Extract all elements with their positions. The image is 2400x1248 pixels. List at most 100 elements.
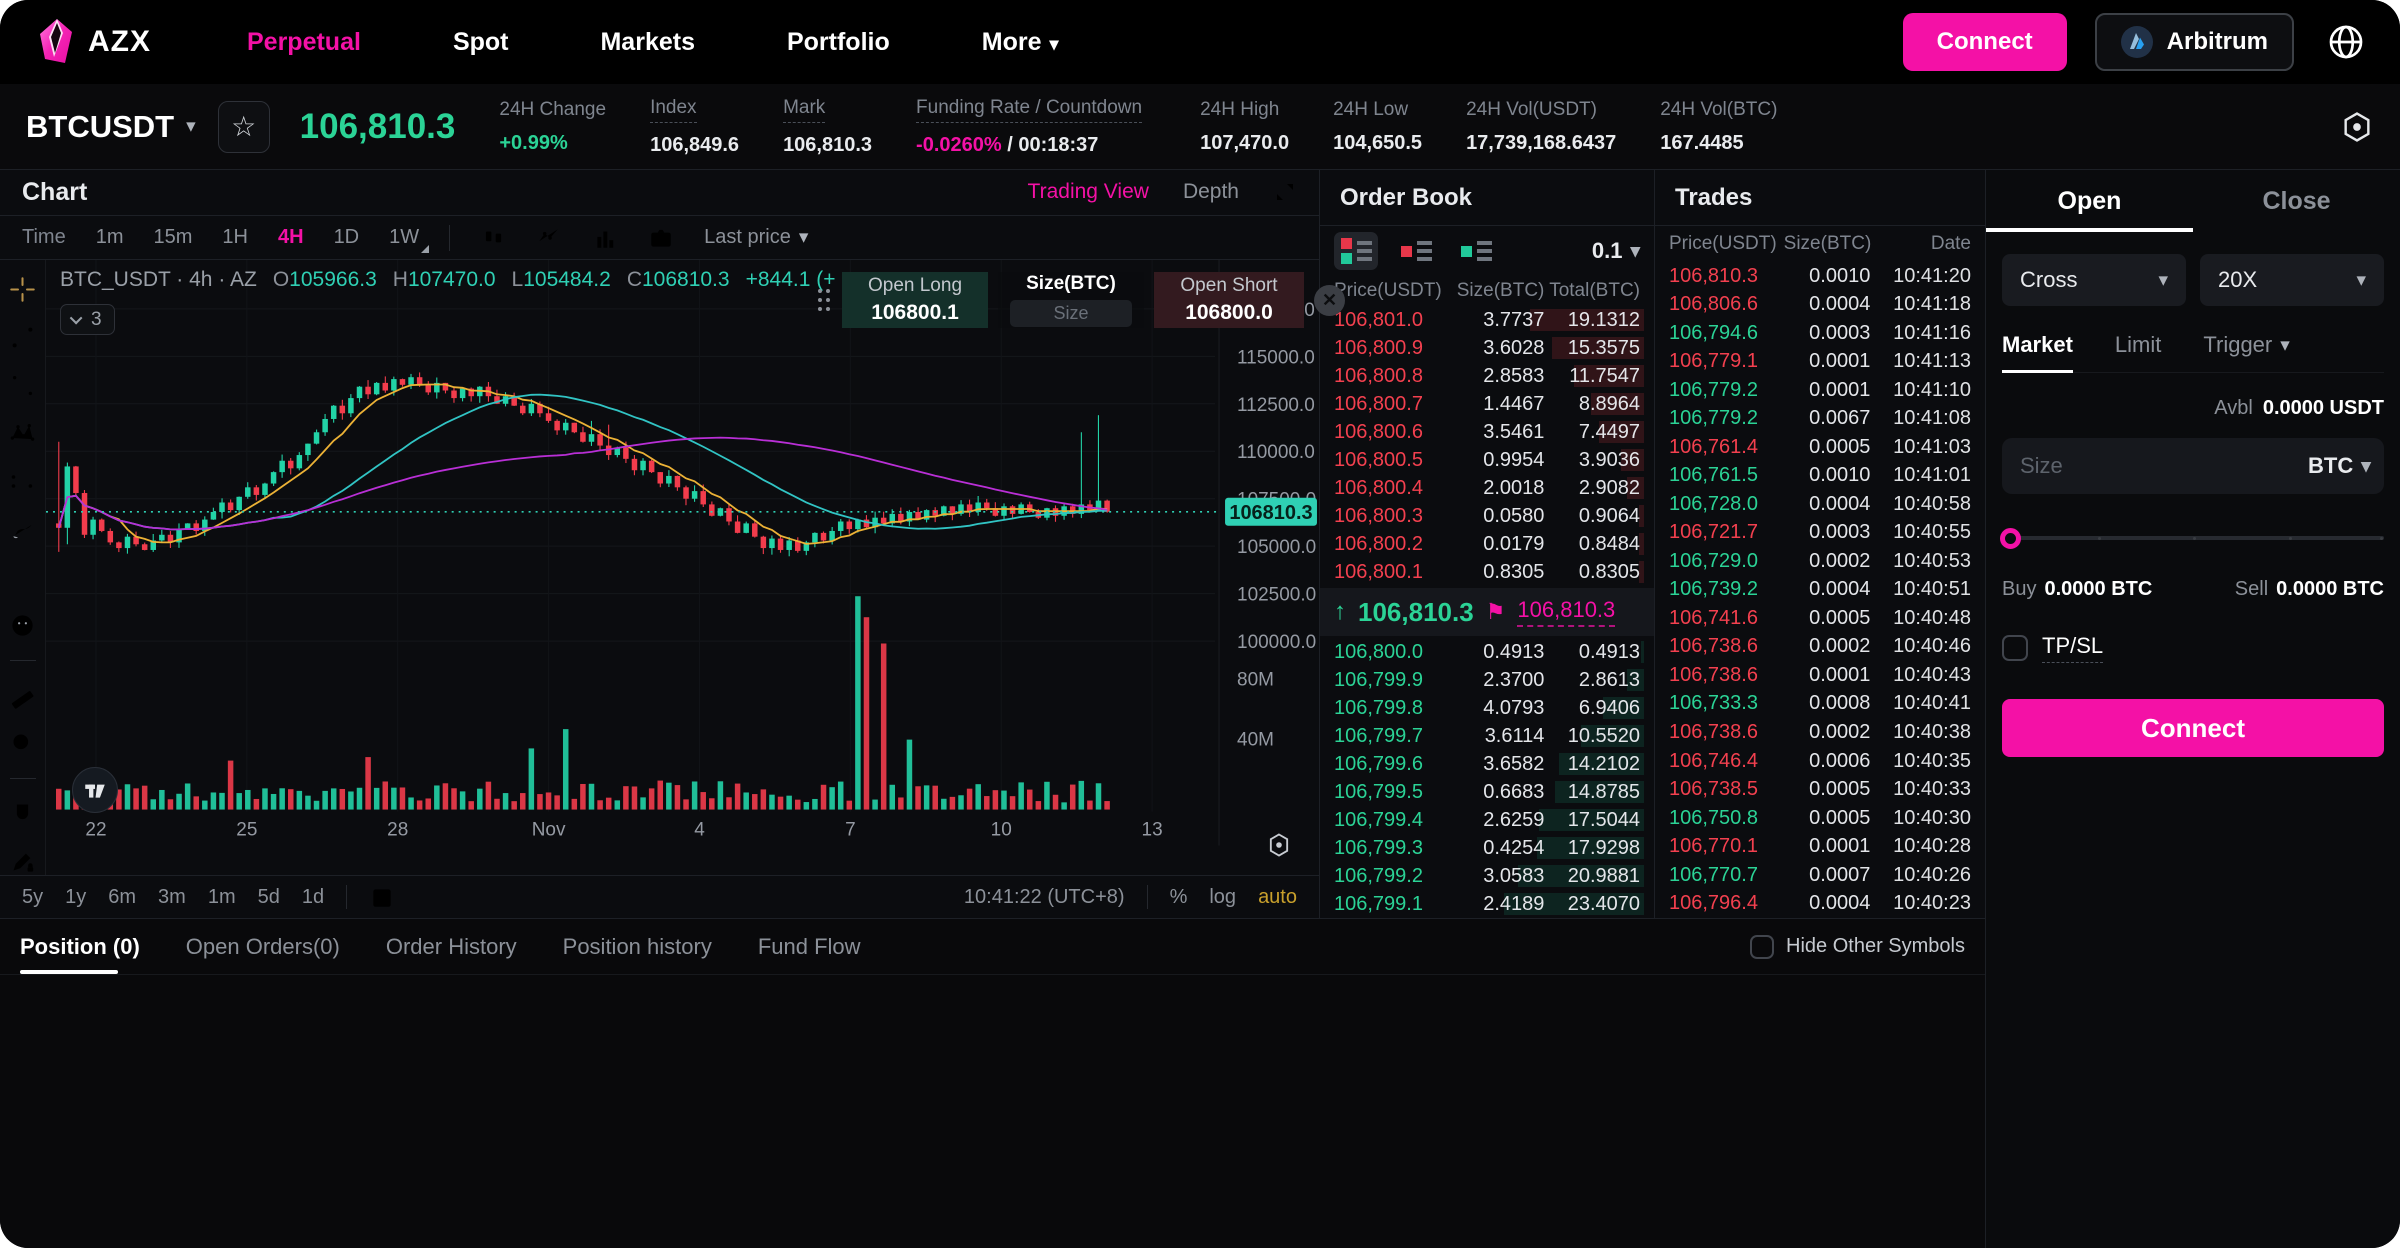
leverage-select[interactable]: 20X▾ (2200, 254, 2384, 306)
tab-trading-view[interactable]: Trading View (1028, 180, 1149, 204)
orderbook-bid-row[interactable]: 106,799.73.611410.5520 (1320, 722, 1654, 750)
log-scale-button[interactable]: log (1209, 886, 1236, 909)
tab-fund-flow[interactable]: Fund Flow (758, 919, 861, 974)
tab-depth[interactable]: Depth (1183, 180, 1239, 204)
network-button[interactable]: Arbitrum (2095, 13, 2294, 71)
range-1y[interactable]: 1y (65, 886, 86, 909)
orderbook-bid-row[interactable]: 106,799.42.625917.5044 (1320, 806, 1654, 834)
orderbook-ask-row[interactable]: 106,800.71.44678.8964 (1320, 390, 1654, 418)
precision-dropdown[interactable]: 0.1▾ (1592, 238, 1640, 264)
range-5d[interactable]: 5d (258, 886, 280, 909)
range-1d[interactable]: 1d (302, 886, 324, 909)
legend-collapse-button[interactable]: 3 (60, 304, 115, 335)
candle-style-icon[interactable] (480, 225, 506, 251)
brand[interactable]: AZX (36, 17, 151, 67)
size-input[interactable] (2020, 453, 2308, 479)
size-slider[interactable] (2002, 528, 2384, 548)
orderbook-ask-row[interactable]: 106,800.10.83050.8305 (1320, 558, 1654, 586)
interval-1h[interactable]: 1H (222, 226, 248, 249)
orderbook-bid-row[interactable]: 106,799.30.425417.9298 (1320, 834, 1654, 862)
book-view-bids-icon[interactable] (1454, 232, 1498, 270)
orderbook-ask-row[interactable]: 106,800.63.54617.4497 (1320, 418, 1654, 446)
tab-market[interactable]: Market (2002, 332, 2073, 372)
orderbook-bid-row[interactable]: 106,799.50.668314.8785 (1320, 778, 1654, 806)
expand-icon[interactable] (1273, 180, 1297, 204)
orderbook-ask-row[interactable]: 106,801.03.773719.1312 (1320, 306, 1654, 334)
book-view-asks-icon[interactable] (1394, 232, 1438, 270)
slider-handle[interactable] (2000, 528, 2021, 549)
crosshair-icon[interactable] (9, 276, 36, 303)
size-unit-dropdown[interactable]: BTC▾ (2308, 453, 2371, 479)
drawing-lock-icon[interactable] (9, 848, 36, 875)
chart-canvas[interactable]: 117500.0115000.0112500.0110000.0107500.0… (46, 260, 1319, 846)
book-view-both-icon[interactable] (1334, 232, 1378, 270)
symbol-selector[interactable]: BTCUSDT ▾ (26, 109, 196, 145)
orderbook-bid-row[interactable]: 106,800.00.49130.4913 (1320, 638, 1654, 666)
interval-1m[interactable]: 1m (96, 226, 124, 249)
emoji-tool-icon[interactable] (9, 612, 36, 639)
orderbook-ask-row[interactable]: 106,800.93.602815.3575 (1320, 334, 1654, 362)
widget-size-input[interactable] (1010, 300, 1132, 327)
interval-15m[interactable]: 15m (154, 226, 193, 249)
range-5y[interactable]: 5y (22, 886, 43, 909)
orderbook-ask-row[interactable]: 106,800.42.00182.9082 (1320, 474, 1654, 502)
text-tool-icon[interactable] (9, 564, 36, 591)
camera-icon[interactable] (648, 225, 674, 251)
settings-gear-icon[interactable] (2340, 110, 2374, 144)
brush-icon[interactable] (9, 516, 36, 543)
favorite-star-button[interactable]: ☆ (218, 101, 270, 153)
orderbook-ask-row[interactable]: 106,800.82.858311.7547 (1320, 362, 1654, 390)
orderbook-ask-row[interactable]: 106,800.30.05800.9064 (1320, 502, 1654, 530)
tab-order-history[interactable]: Order History (386, 919, 517, 974)
ruler-icon[interactable] (9, 682, 36, 709)
volume-columns-icon[interactable] (592, 225, 618, 251)
tab-close[interactable]: Close (2193, 170, 2400, 232)
nav-item-more[interactable]: More▾ (982, 28, 1059, 57)
fib-retracement-icon[interactable] (9, 372, 36, 399)
zoom-in-icon[interactable] (9, 730, 36, 757)
nav-item-portfolio[interactable]: Portfolio (787, 28, 890, 57)
globe-icon[interactable] (2328, 24, 2364, 60)
axis-settings-gear-icon[interactable] (1265, 831, 1293, 859)
go-to-date-icon[interactable] (369, 884, 395, 910)
price-source-dropdown[interactable]: Last price▾ (704, 226, 808, 249)
open-short-button[interactable]: Open Short 106800.0 (1154, 272, 1304, 328)
clock-utc[interactable]: 10:41:22 (UTC+8) (964, 886, 1125, 909)
xabcd-pattern-icon[interactable] (9, 420, 36, 447)
orderbook-bid-row[interactable]: 106,799.84.07936.9406 (1320, 694, 1654, 722)
orderbook-ask-row[interactable]: 106,800.20.01790.8484 (1320, 530, 1654, 558)
interval-1d[interactable]: 1D (334, 226, 360, 249)
orderbook-bid-row[interactable]: 106,799.12.418923.4070 (1320, 890, 1654, 918)
hide-other-symbols-checkbox[interactable] (1750, 935, 1774, 959)
tab-open[interactable]: Open (1986, 170, 2193, 232)
orderbook-bid-row[interactable]: 106,799.92.37002.8613 (1320, 666, 1654, 694)
range-1m[interactable]: 1m (208, 886, 236, 909)
percent-scale-button[interactable]: % (1170, 886, 1188, 909)
mark-price-link[interactable]: 106,810.3 (1517, 597, 1615, 627)
tab-position-history[interactable]: Position history (563, 919, 712, 974)
projection-icon[interactable] (9, 468, 36, 495)
trend-line-icon[interactable] (9, 324, 36, 351)
tab-limit[interactable]: Limit (2115, 332, 2161, 372)
connect-wallet-button[interactable]: Connect (2002, 699, 2384, 757)
tab-open-orders[interactable]: Open Orders(0) (186, 919, 340, 974)
nav-item-perpetual[interactable]: Perpetual (247, 28, 361, 57)
nav-item-spot[interactable]: Spot (453, 28, 509, 57)
magnet-icon[interactable] (9, 800, 36, 827)
drag-handle-icon[interactable] (818, 272, 830, 328)
open-long-button[interactable]: Open Long 106800.1 (842, 272, 988, 328)
tpsl-checkbox[interactable] (2002, 635, 2028, 661)
orderbook-ask-row[interactable]: 106,800.50.99543.9036 (1320, 446, 1654, 474)
orderbook-bid-row[interactable]: 106,799.63.658214.2102 (1320, 750, 1654, 778)
orderbook-bid-row[interactable]: 106,799.23.058320.9881 (1320, 862, 1654, 890)
indicators-icon[interactable] (536, 225, 562, 251)
range-6m[interactable]: 6m (108, 886, 136, 909)
margin-mode-select[interactable]: Cross▾ (2002, 254, 2186, 306)
orderbook-mid-price[interactable]: ↑ 106,810.3 ⚑ 106,810.3 (1320, 588, 1654, 636)
connect-button[interactable]: Connect (1903, 13, 2067, 71)
nav-item-markets[interactable]: Markets (600, 28, 695, 57)
auto-scale-button[interactable]: auto (1258, 886, 1297, 909)
close-icon[interactable]: ✕ (1314, 285, 1345, 316)
interval-4h[interactable]: 4H (278, 226, 304, 249)
tpsl-label[interactable]: TP/SL (2042, 633, 2103, 663)
